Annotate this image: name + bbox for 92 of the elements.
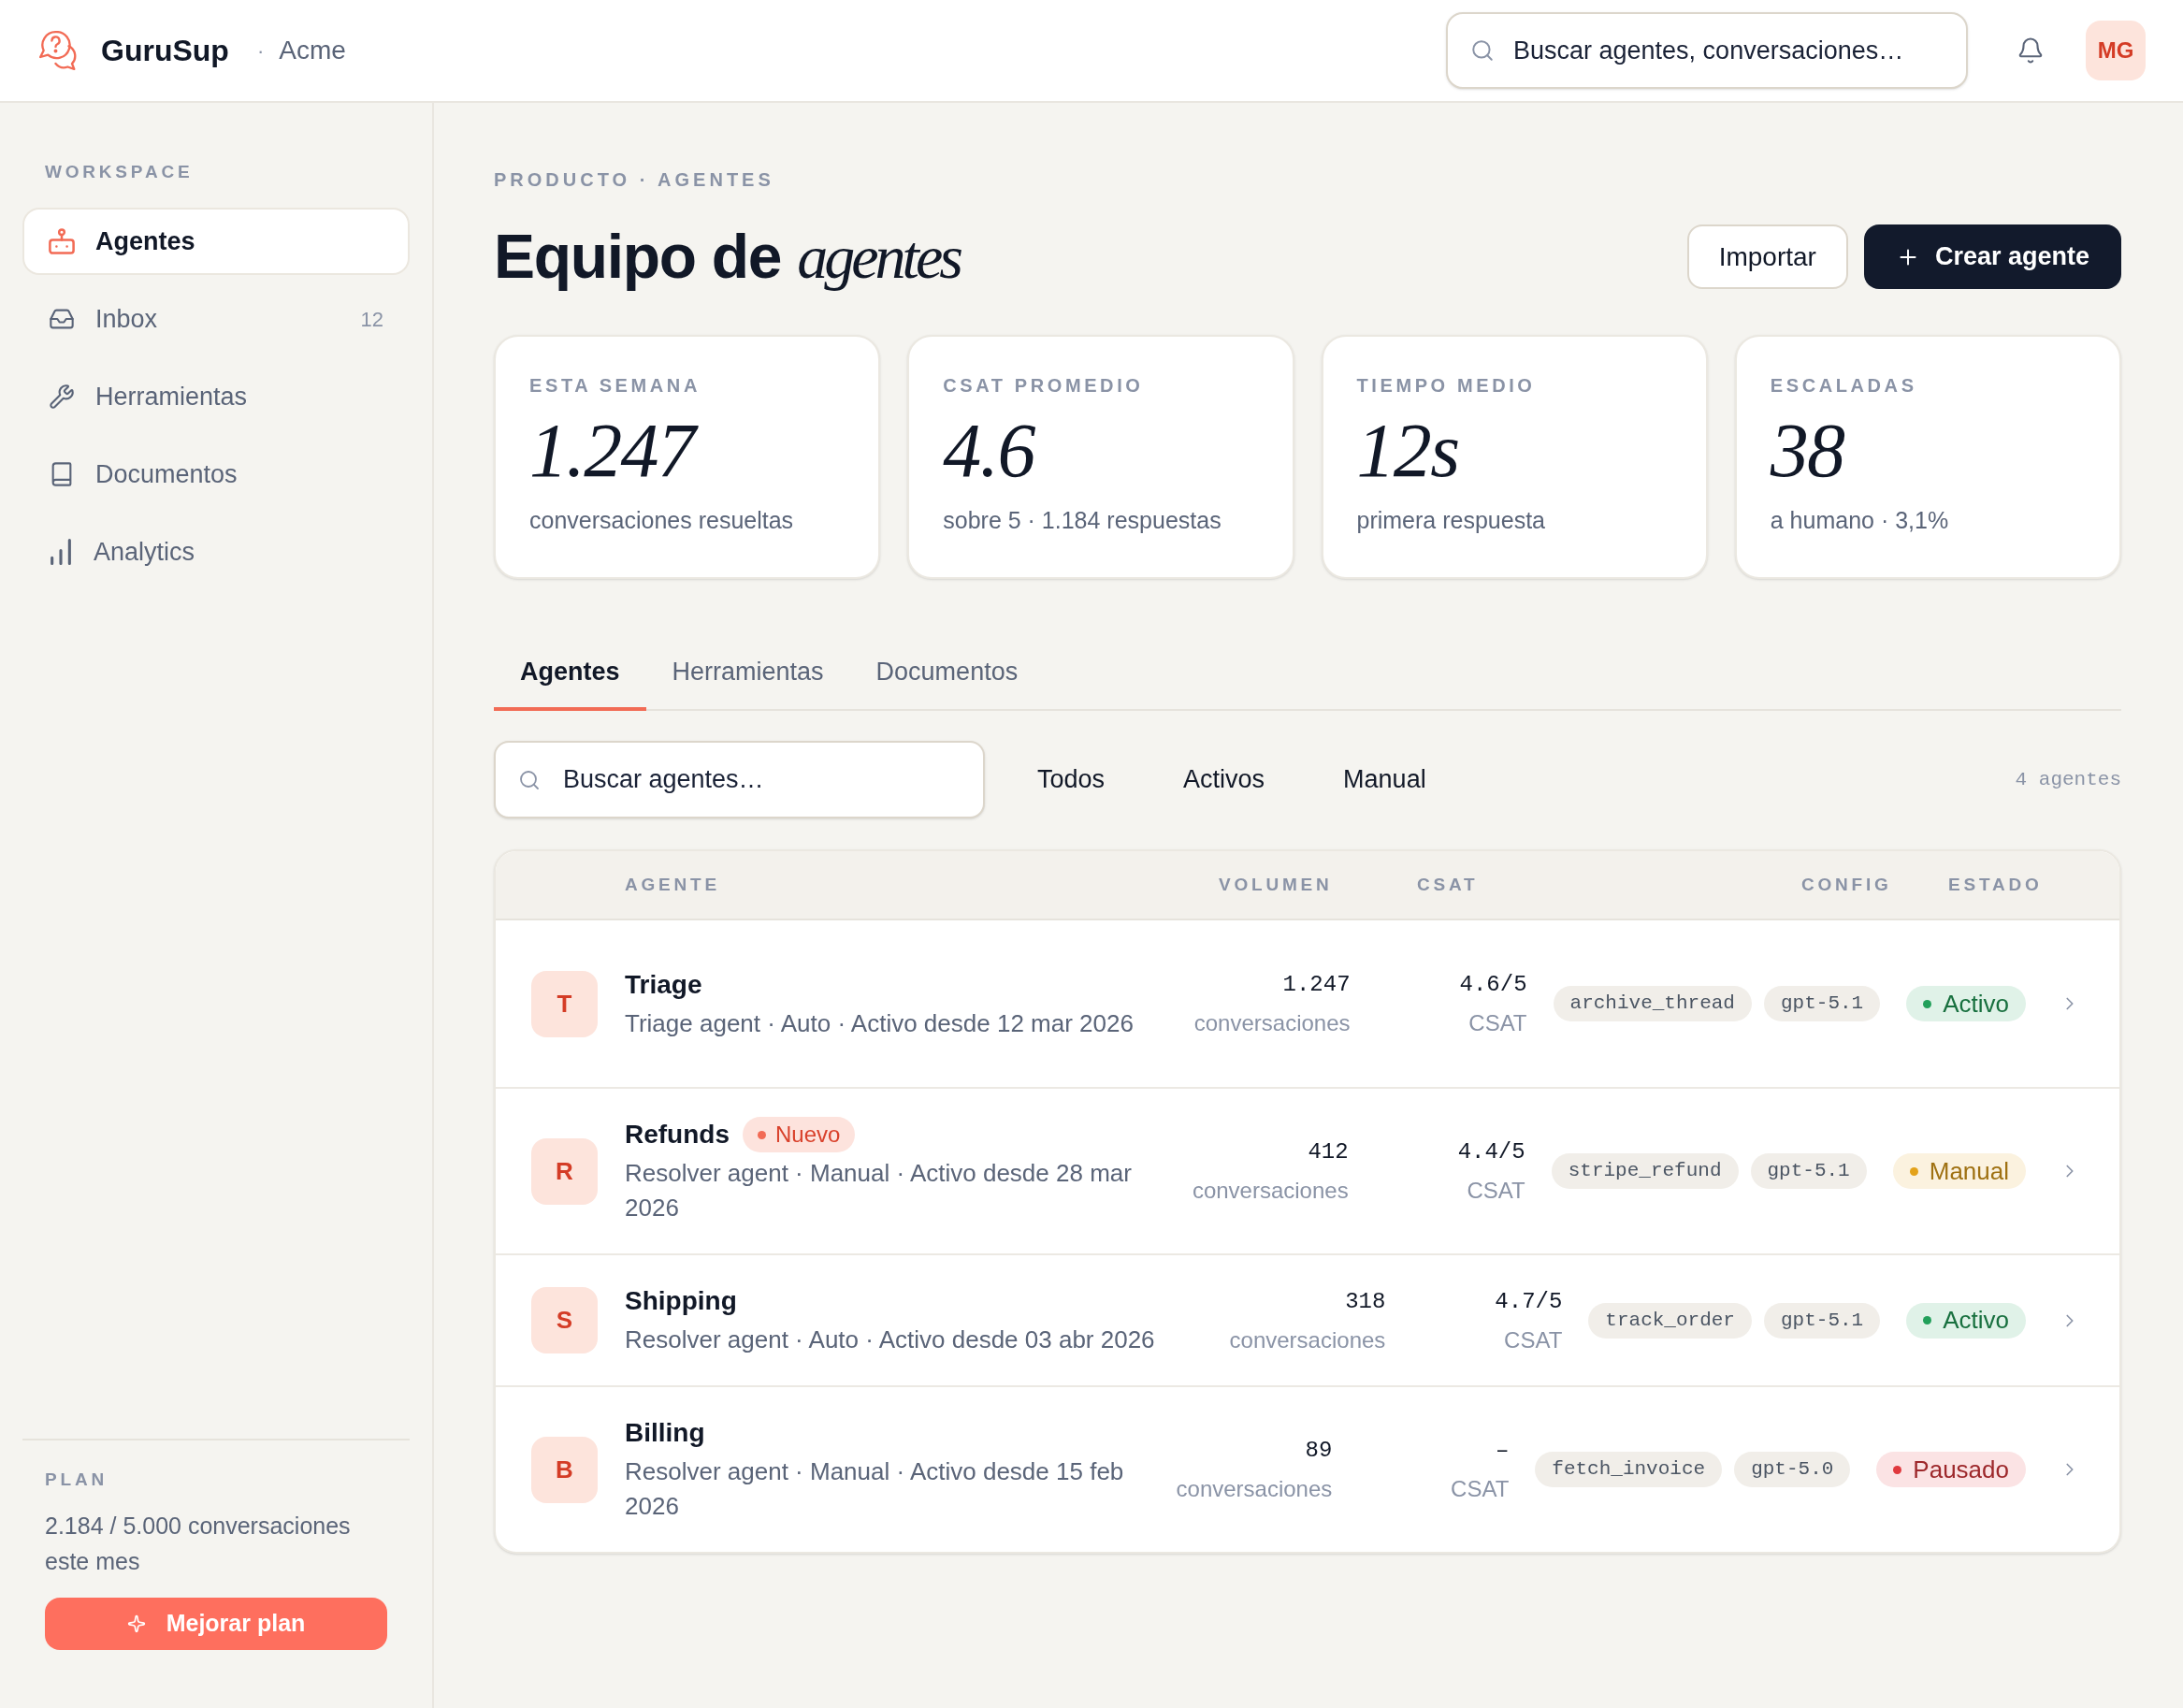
volume-label: conversaciones (1176, 1475, 1333, 1503)
unread-count: 12 (360, 306, 383, 333)
agent-description: Triage agent · Auto · Activo desde 12 mar 2026 (625, 1007, 1134, 1039)
import-button[interactable]: Importar (1686, 224, 1848, 289)
csat-label: CSAT (1467, 1177, 1525, 1205)
stat-caption: conversaciones resueltas (529, 506, 794, 535)
sidebar-item[interactable]: Herramientas (22, 363, 410, 430)
volume-label: conversaciones (1193, 1009, 1351, 1037)
workspace-name: Acme (279, 35, 346, 66)
stat-label: TIEMPO MEDIO (1356, 374, 1536, 397)
stat-value: 38 (1769, 410, 1845, 495)
bar-chart-icon (49, 539, 73, 565)
create-agent-button[interactable]: Crear agente (1863, 224, 2121, 289)
agent-name: Triage (625, 968, 702, 1001)
volume-label: conversaciones (1229, 1325, 1386, 1354)
volume-value: 89 (1305, 1437, 1333, 1465)
status-label: Activo (1943, 988, 2009, 1020)
agent-description: Resolver agent · Manual · Activo desde 28 mar 2026 (625, 1158, 1133, 1223)
agent-avatar: S (531, 1287, 598, 1353)
column-header: AGENTE (625, 874, 720, 894)
config-tag: gpt-5.0 (1734, 1452, 1851, 1487)
search-icon (1470, 38, 1495, 63)
filter-button[interactable]: Manual (1317, 751, 1453, 808)
stat-caption: a humano · 3,1% (1770, 506, 1949, 535)
filter-button[interactable]: Todos (1011, 751, 1132, 808)
sidebar-section-label: WORKSPACE (44, 161, 194, 183)
agent-avatar: B (531, 1436, 598, 1503)
upgrade-plan-button[interactable]: Mejorar plan (45, 1598, 387, 1650)
stat-label: ESTA SEMANA (529, 374, 701, 397)
csat-value: – (1495, 1437, 1510, 1465)
stat-value: 4.6 (942, 410, 1036, 495)
column-header: ESTADO (1948, 874, 2043, 894)
global-search-field[interactable]: Buscar agentes, conversaciones… (1446, 12, 1968, 89)
csat-value: 4.7/5 (1495, 1287, 1563, 1316)
agent-count: 4 agentes (2015, 767, 2121, 792)
agent-description: Resolver agent · Manual · Activo desde 15 feb 2026 (625, 1456, 1125, 1522)
agent-name: Shipping (625, 1285, 737, 1317)
search-icon (518, 769, 541, 791)
config-tag: gpt-5.1 (1763, 986, 1881, 1021)
brand-separator: · (256, 37, 265, 65)
stat-value: 12s (1355, 410, 1460, 495)
agent-avatar: T (531, 970, 598, 1037)
tab[interactable]: Herramientas (645, 636, 850, 711)
agent-search-field[interactable]: Buscar agentes… (494, 741, 985, 818)
config-tag: archive_thread (1553, 986, 1752, 1021)
filter-button[interactable]: Activos (1157, 751, 1292, 808)
status-label: Activo (1943, 1305, 2009, 1336)
sidebar-item[interactable]: Inbox 12 (22, 285, 410, 353)
stat-label: ESCALADAS (1770, 374, 1917, 397)
status-label: Manual (1929, 1155, 2009, 1187)
stat-caption: sobre 5 · 1.184 respuestas (943, 506, 1222, 535)
notification-bell-icon[interactable] (2017, 36, 2045, 65)
volume-label: conversaciones (1192, 1177, 1349, 1205)
config-tag: track_order (1588, 1302, 1752, 1339)
agent-name: Billing (625, 1417, 705, 1449)
sparkle-icon (126, 1614, 146, 1633)
config-tag: fetch_invoice (1535, 1452, 1723, 1487)
sidebar-item[interactable]: Documentos (22, 441, 410, 508)
column-header: CONFIG (1801, 874, 1892, 894)
column-header: CSAT (1417, 874, 1479, 894)
config-tag: stripe_refund (1551, 1153, 1739, 1189)
tab[interactable]: Agentes (494, 636, 646, 711)
column-header: VOLUMEN (1219, 874, 1333, 894)
plan-label: PLAN (45, 1469, 108, 1491)
robot-icon (49, 228, 75, 254)
stat-caption: primera respuesta (1356, 506, 1545, 535)
user-avatar[interactable]: MG (2086, 21, 2146, 80)
csat-label: CSAT (1504, 1325, 1563, 1354)
stat-label: CSAT PROMEDIO (943, 374, 1144, 397)
stat-value: 1.247 (526, 410, 708, 496)
status-label: Pausado (1913, 1454, 2009, 1485)
sidebar-item[interactable]: Analytics (22, 518, 410, 586)
volume-value: 412 (1308, 1138, 1349, 1166)
plan-usage: 2.184 / 5.000 conversaciones este mes (45, 1512, 352, 1576)
csat-value: 4.4/5 (1457, 1138, 1525, 1166)
agent-description: Resolver agent · Auto · Activo desde 03 abr 2026 (625, 1324, 1155, 1355)
agent-avatar: R (531, 1137, 598, 1205)
breadcrumb: PRODUCTO · AGENTES (494, 168, 774, 191)
agent-name: Refunds (625, 1119, 730, 1151)
badge-label: Nuevo (775, 1121, 841, 1149)
csat-label: CSAT (1451, 1475, 1510, 1503)
sidebar-item[interactable]: Agentes (22, 208, 410, 275)
brand-name: GuruSup (101, 33, 229, 69)
config-tag: gpt-5.1 (1763, 1302, 1881, 1339)
csat-label: CSAT (1468, 1009, 1527, 1037)
tab[interactable]: Documentos (849, 636, 1045, 711)
chat-bubbles-logo-icon (39, 31, 79, 70)
config-tag: gpt-5.1 (1750, 1153, 1867, 1189)
csat-value: 4.6/5 (1459, 971, 1527, 999)
volume-value: 318 (1345, 1287, 1386, 1316)
wrench-icon (49, 384, 75, 410)
volume-value: 1.247 (1282, 971, 1351, 999)
